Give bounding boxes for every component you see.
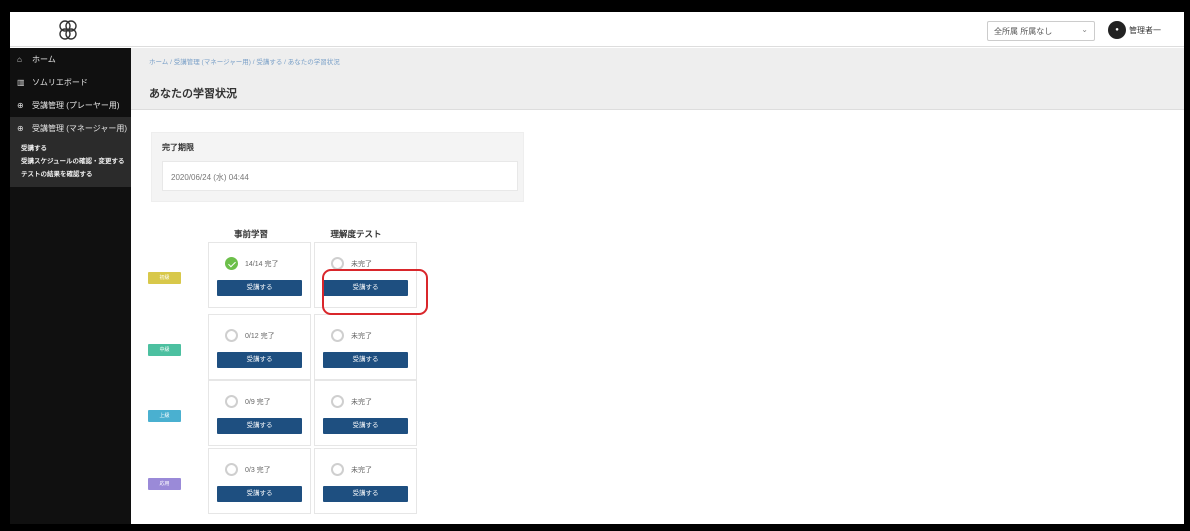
organization-select[interactable]: 全所属 所属なし ⌄ bbox=[987, 21, 1095, 41]
status: 未完了 bbox=[331, 329, 411, 343]
chevron-down-icon: ⌄ bbox=[1081, 25, 1088, 34]
level-row: 上級 0/9 完了 受講する 未完了 受講する bbox=[148, 380, 448, 450]
level-tag: 初級 bbox=[148, 272, 181, 284]
pre-learning-cell: 0/9 完了 受講する bbox=[208, 380, 311, 446]
level-tag: 応用 bbox=[148, 478, 181, 490]
status: 未完了 bbox=[331, 463, 411, 477]
plus-circle-icon: ⊕ bbox=[17, 101, 24, 110]
level-tag: 中級 bbox=[148, 344, 181, 356]
status-text: 未完了 bbox=[351, 467, 372, 474]
level-row: 応用 0/3 完了 受講する 未完了 受講する bbox=[148, 448, 448, 518]
status: 0/9 完了 bbox=[225, 395, 305, 409]
status-text: 14/14 完了 bbox=[245, 261, 279, 268]
page-title: あなたの学習状況 bbox=[149, 88, 237, 100]
sidebar-subitem-take-course[interactable]: 受講する bbox=[10, 142, 131, 155]
page-header: ホーム / 受講管理 (マネージャー用) / 受講する / あなたの学習状況 あ… bbox=[131, 48, 1184, 110]
status: 0/12 完了 bbox=[225, 329, 305, 343]
app-window: 全所属 所属なし ⌄ ● 管理者一 ⌂ ホーム ▥ ソムリエボード ⊕ 受講管理… bbox=[10, 12, 1184, 524]
sidebar: ⌂ ホーム ▥ ソムリエボード ⊕ 受講管理 (プレーヤー用) ⊕ 受講管理 (… bbox=[10, 48, 131, 524]
status: 14/14 完了 bbox=[225, 257, 305, 271]
status-text: 未完了 bbox=[351, 333, 372, 340]
breadcrumb[interactable]: ホーム / 受講管理 (マネージャー用) / 受講する / あなたの学習状況 bbox=[149, 56, 340, 66]
completion-deadline-card: 完了期限 2020/06/24 (水) 04:44 bbox=[151, 132, 524, 202]
sidebar-item-player-course[interactable]: ⊕ 受講管理 (プレーヤー用) bbox=[10, 94, 131, 117]
status: 0/3 完了 bbox=[225, 463, 305, 477]
take-course-button[interactable]: 受講する bbox=[217, 486, 302, 502]
take-test-button[interactable]: 受講する bbox=[323, 352, 408, 368]
pre-learning-cell: 0/12 完了 受講する bbox=[208, 314, 311, 380]
take-course-button[interactable]: 受講する bbox=[217, 280, 302, 296]
check-circle-icon bbox=[225, 257, 238, 270]
pre-learning-cell: 0/3 完了 受講する bbox=[208, 448, 311, 514]
highlight-annotation bbox=[322, 269, 428, 315]
understanding-test-cell: 未完了 受講する bbox=[314, 448, 417, 514]
status-text: 0/3 完了 bbox=[245, 467, 271, 474]
organization-select-value: 全所属 所属なし bbox=[994, 27, 1053, 36]
take-test-button[interactable]: 受講する bbox=[323, 418, 408, 434]
completion-deadline-label: 完了期限 bbox=[162, 143, 194, 152]
level-row: 中級 0/12 完了 受講する 未完了 受講する bbox=[148, 314, 448, 384]
logo-icon[interactable] bbox=[56, 19, 80, 41]
take-course-button[interactable]: 受講する bbox=[217, 418, 302, 434]
column-header-understanding-test: 理解度テスト bbox=[330, 229, 382, 239]
chart-icon: ▥ bbox=[17, 78, 25, 87]
status-text: 0/9 完了 bbox=[245, 399, 271, 406]
pre-learning-cell: 14/14 完了 受講する bbox=[208, 242, 311, 308]
empty-circle-icon bbox=[225, 463, 238, 476]
empty-circle-icon bbox=[331, 329, 344, 342]
status-text: 未完了 bbox=[351, 399, 372, 406]
sidebar-item-sommelier-board[interactable]: ▥ ソムリエボード bbox=[10, 71, 131, 94]
take-course-button[interactable]: 受講する bbox=[217, 352, 302, 368]
take-test-button[interactable]: 受講する bbox=[323, 486, 408, 502]
empty-circle-icon bbox=[225, 395, 238, 408]
sidebar-item-label: ソムリエボード bbox=[32, 78, 88, 87]
level-tag: 上級 bbox=[148, 410, 181, 422]
empty-circle-icon bbox=[225, 329, 238, 342]
empty-circle-icon bbox=[331, 395, 344, 408]
sidebar-item-label: 受講管理 (プレーヤー用) bbox=[32, 101, 120, 110]
sidebar-submenu: 受講する 受講スケジュールの確認・変更する テストの結果を確認する bbox=[10, 140, 131, 187]
status-text: 0/12 完了 bbox=[245, 333, 275, 340]
sidebar-subitem-test-results[interactable]: テストの結果を確認する bbox=[10, 168, 131, 181]
understanding-test-cell: 未完了 受講する bbox=[314, 380, 417, 446]
sidebar-item-label: ホーム bbox=[32, 55, 56, 64]
status: 未完了 bbox=[331, 395, 411, 409]
status-text: 未完了 bbox=[351, 261, 372, 268]
completion-deadline-value: 2020/06/24 (水) 04:44 bbox=[162, 161, 518, 191]
sidebar-item-home[interactable]: ⌂ ホーム bbox=[10, 48, 131, 71]
sidebar-item-label: 受講管理 (マネージャー用) bbox=[32, 124, 127, 133]
plus-circle-icon: ⊕ bbox=[17, 124, 24, 133]
understanding-test-cell: 未完了 受講する bbox=[314, 314, 417, 380]
sidebar-item-manager-course[interactable]: ⊕ 受講管理 (マネージャー用) bbox=[10, 117, 131, 140]
column-header-pre-learning: 事前学習 bbox=[233, 229, 268, 239]
sidebar-subitem-schedule[interactable]: 受講スケジュールの確認・変更する bbox=[10, 155, 131, 168]
home-icon: ⌂ bbox=[17, 55, 22, 64]
user-name[interactable]: 管理者一 bbox=[1129, 25, 1161, 36]
avatar[interactable]: ● bbox=[1108, 21, 1126, 39]
empty-circle-icon bbox=[331, 463, 344, 476]
top-bar: 全所属 所属なし ⌄ ● 管理者一 bbox=[10, 12, 1184, 47]
